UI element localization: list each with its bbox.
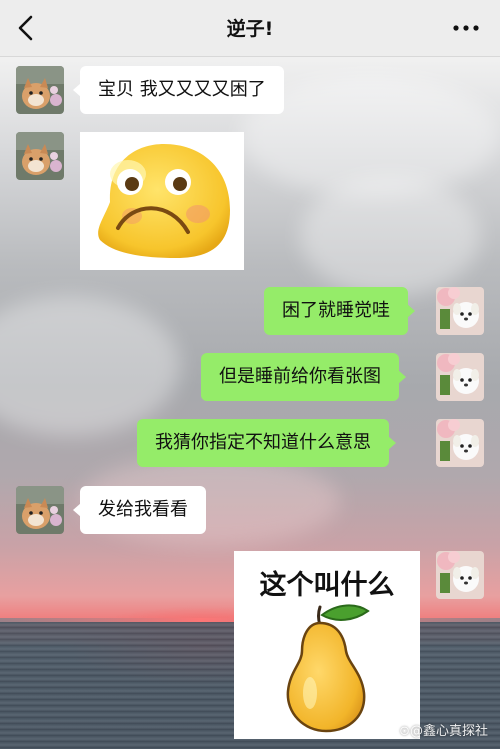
sad-face-sticker[interactable] [80, 132, 244, 270]
message-bubble-incoming[interactable]: 发给我看看 [73, 486, 206, 534]
contact-avatar[interactable] [16, 132, 64, 180]
more-dots-icon[interactable] [452, 20, 480, 36]
message-bubble-outgoing[interactable]: 我猜你指定不知道什么意思 [137, 419, 396, 467]
user-avatar[interactable] [436, 353, 484, 401]
user-avatar[interactable] [436, 419, 484, 467]
watermark: ⊙@鑫心真探社 [399, 724, 488, 739]
sticker-caption: 这个叫什么 [259, 570, 395, 601]
user-avatar[interactable] [436, 287, 484, 335]
message-bubble-outgoing[interactable]: 但是睡前给你看张图 [201, 353, 406, 401]
user-avatar[interactable] [436, 551, 484, 599]
pear-sticker[interactable]: 这个叫什么 [234, 551, 420, 739]
message-bubble-incoming[interactable]: 宝贝 我又又又又困了 [73, 66, 284, 114]
chat-header: 逆子! [0, 0, 500, 57]
chat-title: 逆子! [226, 18, 274, 40]
sad-face-emoji-icon [98, 144, 230, 258]
contact-avatar[interactable] [16, 66, 64, 114]
message-bubble-outgoing[interactable]: 困了就睡觉哇 [264, 287, 415, 335]
contact-avatar[interactable] [16, 486, 64, 534]
pear-icon [286, 604, 370, 733]
